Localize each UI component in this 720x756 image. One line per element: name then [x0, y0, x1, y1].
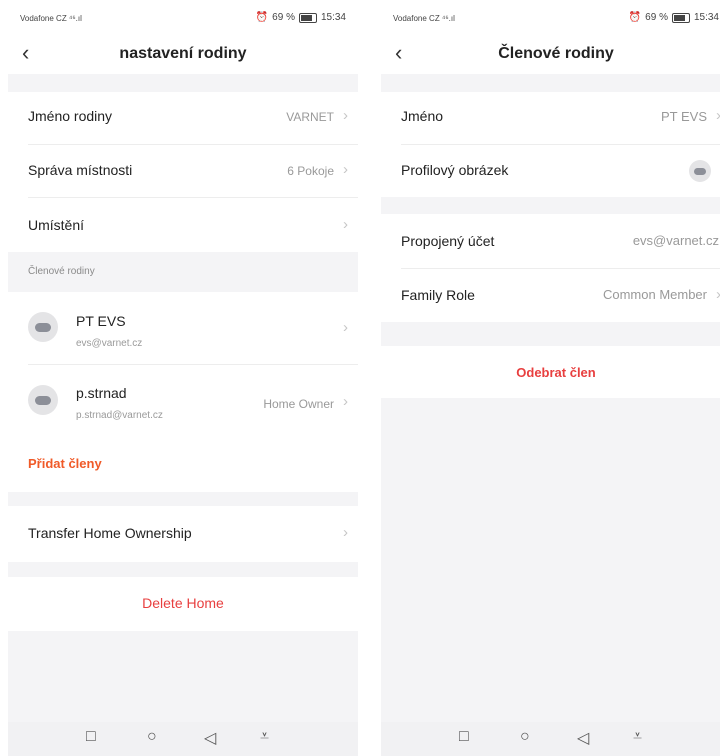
back-nav-icon[interactable]: ◁	[204, 728, 216, 748]
room-management-row[interactable]: Správa místnosti 6 Pokoje ›	[8, 145, 358, 197]
delete-home-button[interactable]: Delete Home	[8, 595, 358, 611]
chevron-right-icon: ›	[343, 524, 348, 541]
recent-apps-icon[interactable]: □	[459, 728, 469, 746]
member-email: p.strnad@varnet.cz	[76, 410, 163, 421]
location-row[interactable]: Umístění ›	[8, 198, 358, 252]
left-screen: Vodafone CZ ⁴⁶.ıl ⏰ 69 % 15:34 ‹ nastave…	[8, 0, 358, 756]
back-nav-icon[interactable]: ◁	[577, 728, 589, 748]
room-count-value: 6 Pokoje	[287, 164, 334, 178]
home-icon[interactable]: ○	[147, 728, 157, 746]
avatar	[28, 312, 58, 342]
family-role-row[interactable]: Family Role Common Member ›	[381, 269, 720, 322]
status-bar: Vodafone CZ ⁴⁶.ıl ⏰ 69 % 15:34	[8, 0, 358, 34]
remove-member-row: Odebrat člen	[381, 346, 720, 398]
chevron-right-icon: ›	[343, 319, 348, 336]
chevron-right-icon: ›	[716, 107, 720, 124]
battery-icon	[671, 12, 690, 23]
status-indicators: ⏰ 69 % 15:34	[629, 12, 719, 23]
status-bar: Vodafone CZ ⁴⁶.ıl ⏰ 69 % 15:34	[381, 0, 720, 34]
members-section-label: Členové rodiny	[28, 266, 95, 277]
profile-picture-label: Profilový obrázek	[401, 162, 509, 178]
chevron-right-icon: ›	[343, 107, 348, 124]
remove-member-button[interactable]: Odebrat člen	[381, 365, 720, 380]
member-row[interactable]: PT EVS evs@varnet.cz ›	[8, 292, 358, 364]
recent-apps-icon[interactable]: □	[86, 728, 96, 746]
notification-pull-icon[interactable]: ⩡	[633, 728, 642, 746]
linked-account-row: Propojený účet evs@varnet.cz	[381, 214, 720, 268]
right-screen: Vodafone CZ ⁴⁶.ıl ⏰ 69 % 15:34 ‹ Členové…	[381, 0, 720, 756]
clock-label: 15:34	[693, 12, 719, 23]
location-label: Umístění	[28, 217, 85, 233]
delete-home-row: Delete Home	[8, 577, 358, 631]
family-role-value: Common Member	[602, 287, 707, 302]
family-name-row[interactable]: Jméno rodiny VARNET ›	[8, 92, 358, 144]
member-row[interactable]: p.strnad p.strnad@varnet.cz Home Owner ›	[8, 365, 358, 435]
linked-account-value: evs@varnet.cz	[632, 233, 719, 248]
avatar	[28, 385, 58, 415]
chevron-right-icon: ›	[343, 161, 348, 178]
home-icon[interactable]: ○	[520, 728, 530, 746]
notification-pull-icon[interactable]: ⩡	[260, 728, 269, 746]
header: ‹ nastavení rodiny	[8, 34, 358, 74]
member-name: PT EVS	[76, 313, 126, 329]
avatar	[689, 160, 711, 182]
member-name-value: PT EVS	[660, 109, 707, 124]
system-navigation-bar: □ ○ ◁ ⩡	[381, 722, 720, 756]
member-role-value: Home Owner	[263, 397, 334, 411]
family-name-value: VARNET	[286, 110, 334, 124]
chevron-right-icon: ›	[716, 286, 720, 303]
profile-picture-row[interactable]: Profilový obrázek	[381, 145, 720, 197]
battery-percent: 69 %	[645, 12, 668, 23]
battery-percent: 69 %	[272, 12, 295, 23]
add-member-row: Přidat členy	[8, 436, 358, 492]
chevron-right-icon: ›	[343, 393, 348, 410]
page-title: nastavení rodiny	[119, 45, 247, 62]
family-role-label: Family Role	[401, 287, 475, 303]
add-member-button[interactable]: Přidat členy	[28, 456, 102, 471]
carrier-label: Vodafone CZ ⁴⁶.ıl	[20, 14, 82, 23]
carrier-label: Vodafone CZ ⁴⁶.ıl	[393, 14, 455, 23]
alarm-icon: ⏰	[255, 12, 269, 23]
member-name-label: Jméno	[401, 108, 444, 124]
battery-icon	[298, 12, 317, 23]
linked-account-label: Propojený účet	[401, 233, 495, 249]
system-navigation-bar: □ ○ ◁ ⩡	[8, 722, 358, 756]
page-title: Členové rodiny	[498, 45, 614, 62]
header: ‹ Členové rodiny	[381, 34, 720, 74]
clock-label: 15:34	[320, 12, 346, 23]
family-name-label: Jméno rodiny	[28, 108, 113, 124]
member-name-row[interactable]: Jméno PT EVS ›	[381, 92, 720, 144]
transfer-ownership-label: Transfer Home Ownership	[28, 525, 192, 541]
chevron-right-icon: ›	[343, 216, 348, 233]
member-email: evs@varnet.cz	[76, 338, 143, 349]
status-indicators: ⏰ 69 % 15:34	[256, 12, 346, 23]
alarm-icon: ⏰	[628, 12, 642, 23]
member-name: p.strnad	[76, 385, 127, 401]
room-management-label: Správa místnosti	[28, 162, 133, 178]
transfer-ownership-row[interactable]: Transfer Home Ownership ›	[8, 506, 358, 562]
